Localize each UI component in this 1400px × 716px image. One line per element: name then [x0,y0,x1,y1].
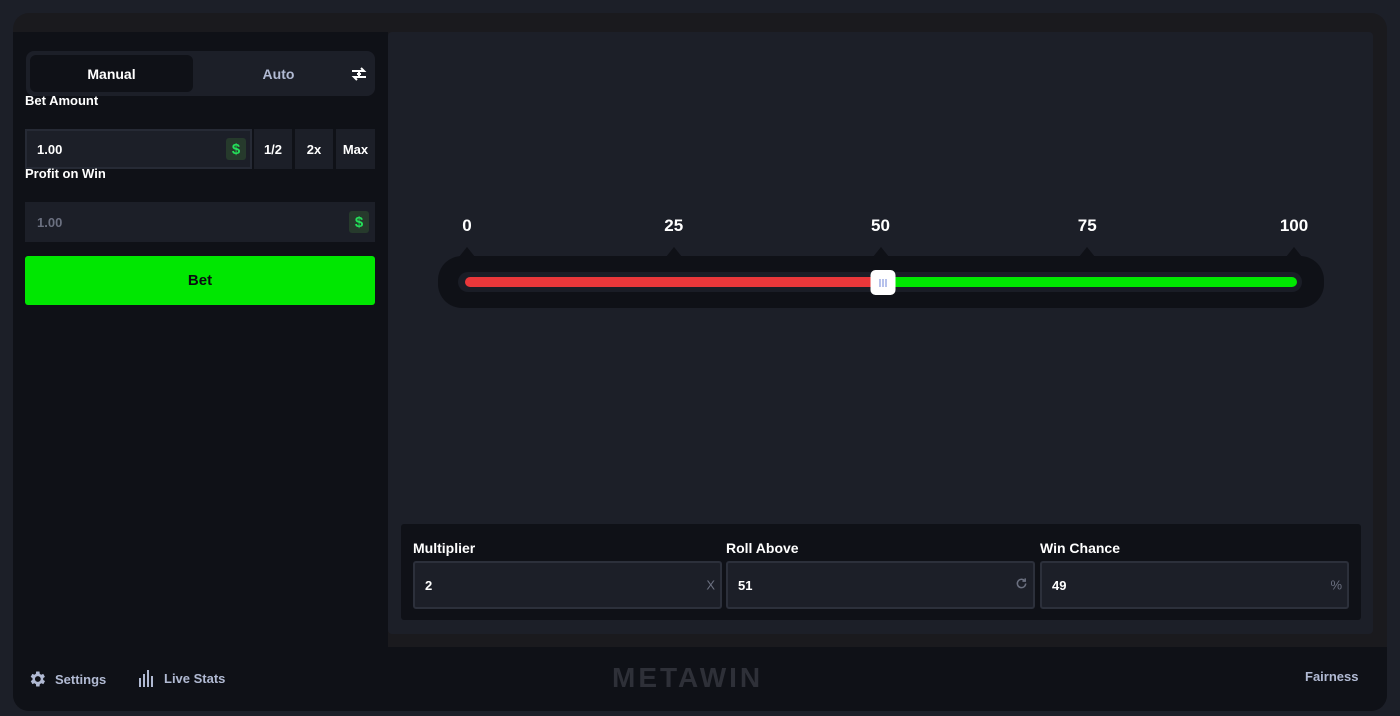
settings-label: Settings [55,671,107,687]
game-frame: Manual Auto Bet Amount $ 1/2 2x Max Prof… [13,13,1387,711]
profit-field: $ [25,202,375,242]
roll-above-field[interactable] [726,561,1035,609]
tab-manual[interactable]: Manual [30,55,193,92]
live-stats-button[interactable]: Live Stats [138,669,225,687]
tab-auto[interactable]: Auto [197,55,360,92]
dollar-icon: $ [226,138,246,160]
win-chance-field[interactable]: % [1040,561,1349,609]
bet-amount-field[interactable]: $ [25,129,252,169]
tick-label: 100 [1279,216,1309,235]
bar-chart-icon [139,670,153,687]
multiplier-field[interactable]: X [413,561,722,609]
tick-label: 75 [1077,216,1097,235]
double-bet-button[interactable]: 2x [295,129,333,169]
refresh-icon[interactable] [1015,577,1028,593]
bet-button[interactable]: Bet [25,256,375,305]
sidebar: Manual Auto Bet Amount $ 1/2 2x Max Prof… [13,32,388,647]
slider-handle[interactable] [870,270,895,295]
fairness-link[interactable]: Fairness [1305,669,1358,684]
tick-notch [1286,247,1302,257]
slider-lose-range [465,277,881,287]
dollar-icon: $ [349,211,369,233]
tick-notch [665,247,682,257]
mode-tabs: Manual Auto [26,51,375,96]
footer: Settings Live Stats METAWIN Fairness [13,647,1387,711]
roll-above-input[interactable] [728,577,1033,593]
swap-mode-icon[interactable] [344,59,374,89]
metawin-logo: METAWIN [612,662,764,693]
roll-above-label: Roll Above [726,540,799,556]
win-chance-suffix: % [1330,577,1342,593]
gear-icon [30,671,45,687]
win-chance-input[interactable] [1042,577,1347,593]
multiplier-suffix: X [706,577,715,593]
multiplier-label: Multiplier [413,540,476,556]
tick-label: 25 [664,216,684,235]
settings-button[interactable]: Settings [27,669,106,689]
profit-label: Profit on Win [25,166,106,181]
tick-label: 50 [871,216,890,235]
slider-win-range [880,277,1297,287]
multiplier-input[interactable] [415,577,720,593]
max-bet-button[interactable]: Max [336,129,375,169]
live-stats-label: Live Stats [164,670,226,686]
tick-label: 0 [462,216,472,235]
win-chance-label: Win Chance [1040,540,1120,556]
tick-notch [1079,247,1096,257]
half-bet-button[interactable]: 1/2 [254,129,292,169]
tick-notch [872,247,889,257]
tick-notch [459,247,475,257]
bet-amount-input[interactable] [27,141,250,157]
bet-amount-label: Bet Amount [25,93,99,108]
profit-input [27,214,373,230]
